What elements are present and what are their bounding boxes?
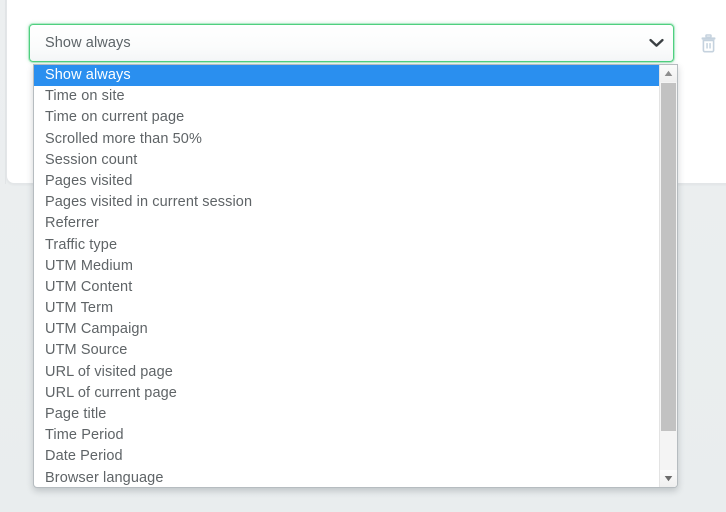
scrollbar-down-button[interactable] [660, 470, 677, 487]
condition-control-row: Show always [29, 24, 715, 62]
dropdown-option[interactable]: Time Period [34, 425, 659, 446]
dropdown-option[interactable]: Page title [34, 404, 659, 425]
dropdown-option[interactable]: URL of visited page [34, 362, 659, 383]
dropdown-option[interactable]: Scrolled more than 50% [34, 129, 659, 150]
dropdown-option[interactable]: UTM Campaign [34, 319, 659, 340]
dropdown-option[interactable]: Browser language [34, 468, 659, 487]
dropdown-option[interactable]: Pages visited in current session [34, 192, 659, 213]
condition-dropdown-popup[interactable]: Show always Time on site Time on current p… [33, 64, 678, 488]
card-left-edge [5, 0, 6, 184]
dropdown-option[interactable]: Session count [34, 150, 659, 171]
page-root: Show always Show always Time on site Time … [0, 0, 726, 512]
triangle-down-icon [664, 476, 673, 482]
dropdown-option[interactable]: Time on current page [34, 107, 659, 128]
dropdown-option[interactable]: Pages visited [34, 171, 659, 192]
delete-condition-button[interactable] [693, 27, 723, 59]
scrollbar-thumb[interactable] [661, 83, 676, 431]
dropdown-option[interactable]: Show always [34, 65, 659, 87]
scrollbar-up-button[interactable] [660, 65, 677, 82]
dropdown-option[interactable]: Traffic type [34, 235, 659, 256]
dropdown-option[interactable]: UTM Term [34, 298, 659, 319]
dropdown-option[interactable]: UTM Content [34, 277, 659, 298]
dropdown-scrollbar[interactable] [659, 65, 677, 487]
trash-icon [701, 33, 715, 52]
dropdown-option[interactable]: Referrer [34, 213, 659, 234]
dropdown-option[interactable]: Date Period [34, 446, 659, 467]
condition-option-list[interactable]: Show always Time on site Time on current p… [34, 65, 659, 487]
chevron-down-icon[interactable] [639, 25, 673, 61]
dropdown-option[interactable]: UTM Source [34, 340, 659, 361]
trigger-condition-select[interactable]: Show always [29, 24, 674, 62]
dropdown-option[interactable]: URL of current page [34, 383, 659, 404]
select-value-text: Show always [45, 35, 131, 51]
triangle-up-icon [664, 70, 673, 76]
dropdown-option[interactable]: Time on site [34, 86, 659, 107]
dropdown-option[interactable]: UTM Medium [34, 256, 659, 277]
